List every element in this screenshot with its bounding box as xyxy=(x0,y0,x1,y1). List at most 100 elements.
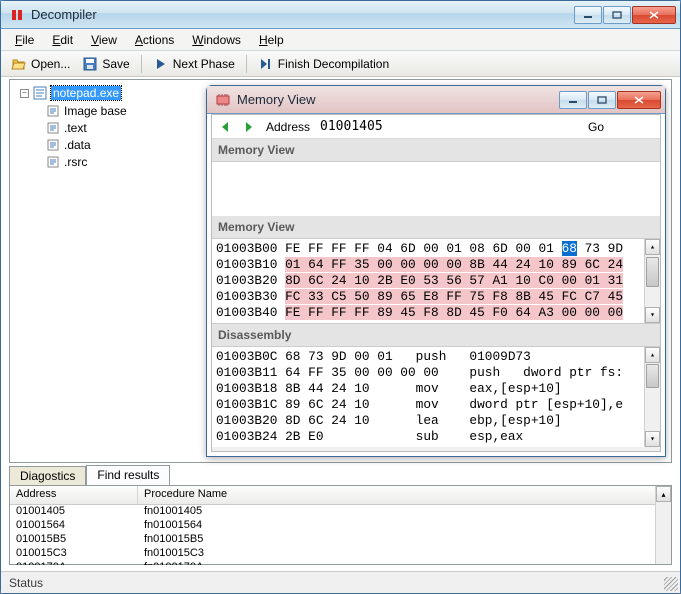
tab-strip: Diagostics Find results xyxy=(9,465,672,485)
menu-view[interactable]: View xyxy=(83,31,125,49)
minimize-button[interactable] xyxy=(574,6,602,24)
scroll-up-icon[interactable]: ▴ xyxy=(645,347,660,363)
menu-windows[interactable]: Windows xyxy=(184,31,249,49)
section-icon xyxy=(46,155,60,169)
scroll-down-icon[interactable]: ▾ xyxy=(645,307,660,323)
disassembly[interactable]: 01003B0C 68 73 9D 00 01 push 01009D73010… xyxy=(212,347,660,447)
save-button[interactable]: Save xyxy=(78,54,133,74)
finish-label: Finish Decompilation xyxy=(278,57,389,71)
tree-item[interactable]: .rsrc xyxy=(14,153,196,170)
skip-icon xyxy=(258,56,274,72)
mv-minimize-button[interactable] xyxy=(559,91,587,109)
hex-dump[interactable]: 01003B00 FE FF FF FF 04 6D 00 01 08 6D 0… xyxy=(212,239,660,324)
nav-back-button[interactable] xyxy=(218,119,232,135)
hex-row[interactable]: 01003B20 8D 6C 24 10 2B E0 53 56 57 A1 1… xyxy=(216,273,656,289)
menubar: File Edit View Actions Windows Help xyxy=(1,29,680,51)
col-procedure[interactable]: Procedure Name xyxy=(138,486,671,504)
disasm-row[interactable]: 01003B0C 68 73 9D 00 01 push 01009D73 xyxy=(216,349,656,365)
open-label: Open... xyxy=(31,57,70,71)
mv-empty-area xyxy=(212,162,660,216)
maximize-button[interactable] xyxy=(603,6,631,24)
tree-panel: − notepad.exe Image base .text .data .rsrc xyxy=(10,80,200,462)
mv-maximize-button[interactable] xyxy=(588,91,616,109)
mv-titlebar[interactable]: Memory View xyxy=(207,86,665,114)
mv-controls xyxy=(559,91,661,109)
save-icon xyxy=(82,56,98,72)
disasm-row[interactable]: 01003B24 2B E0 sub esp,eax xyxy=(216,429,656,445)
menu-actions[interactable]: Actions xyxy=(127,31,182,49)
toolbar-separator xyxy=(246,55,247,73)
mv-close-button[interactable] xyxy=(617,91,661,109)
window-title: Decompiler xyxy=(31,7,574,22)
resize-grip[interactable] xyxy=(664,577,678,591)
result-row[interactable]: 010015B5fn010015B5 xyxy=(10,533,671,547)
next-phase-label: Next Phase xyxy=(173,57,235,71)
cell-address: 01001564 xyxy=(10,519,138,533)
result-row[interactable]: 01001405fn01001405 xyxy=(10,505,671,519)
scroll-thumb[interactable] xyxy=(646,364,659,388)
hex-row[interactable]: 01003B00 FE FF FF FF 04 6D 00 01 08 6D 0… xyxy=(216,241,656,257)
cell-procedure: fn010015B5 xyxy=(138,533,671,547)
disasm-row[interactable]: 01003B18 8B 44 24 10 mov eax,[esp+10] xyxy=(216,381,656,397)
menu-edit[interactable]: Edit xyxy=(44,31,81,49)
play-icon xyxy=(153,56,169,72)
address-label: Address xyxy=(266,120,310,134)
result-row[interactable]: 0100170Afn0100170A xyxy=(10,561,671,565)
scroll-down-icon[interactable]: ▾ xyxy=(645,431,660,447)
memory-view-window: Memory View Address Go Memory View Memor… xyxy=(206,85,666,457)
status-text: Status xyxy=(9,576,43,590)
memory-icon xyxy=(215,92,231,108)
scroll-thumb[interactable] xyxy=(646,257,659,287)
hex-row[interactable]: 01003B30 FC 33 C5 50 89 65 E8 FF 75 F8 8… xyxy=(216,289,656,305)
tree-item[interactable]: Image base xyxy=(14,102,196,119)
disasm-row[interactable]: 01003B20 8D 6C 24 10 lea ebp,[esp+10] xyxy=(216,413,656,429)
hex-row[interactable]: 01003B40 FE FF FF FF 89 45 F8 8D 45 F0 6… xyxy=(216,305,656,321)
col-address[interactable]: Address xyxy=(10,486,138,504)
tree-item-label: .rsrc xyxy=(64,155,87,169)
go-button[interactable]: Go xyxy=(588,120,604,134)
tree-root-label: notepad.exe xyxy=(51,86,121,100)
save-label: Save xyxy=(102,57,129,71)
tree-item-label: .text xyxy=(64,121,87,135)
disasm-row[interactable]: 01003B1C 89 6C 24 10 mov dword ptr [esp+… xyxy=(216,397,656,413)
nav-forward-button[interactable] xyxy=(242,119,256,135)
toolbar-separator xyxy=(141,55,142,73)
disasm-scrollbar[interactable]: ▴ ▾ xyxy=(644,347,660,447)
tab-diagnostics[interactable]: Diagostics xyxy=(9,466,86,486)
cell-procedure: fn01001564 xyxy=(138,519,671,533)
results-header: Address Procedure Name xyxy=(10,486,671,505)
next-phase-button[interactable]: Next Phase xyxy=(149,54,239,74)
scroll-up-icon[interactable]: ▴ xyxy=(656,486,671,502)
hex-scrollbar[interactable]: ▴ ▾ xyxy=(644,239,660,323)
results-scrollbar[interactable]: ▴ xyxy=(655,486,671,564)
tree-item[interactable]: .data xyxy=(14,136,196,153)
disasm-row[interactable]: 01003B11 64 FF 35 00 00 00 00 push dword… xyxy=(216,365,656,381)
address-input[interactable] xyxy=(320,119,470,134)
finish-button[interactable]: Finish Decompilation xyxy=(254,54,393,74)
cell-address: 01001405 xyxy=(10,505,138,519)
menu-help[interactable]: Help xyxy=(251,31,292,49)
result-row[interactable]: 010015C3fn010015C3 xyxy=(10,547,671,561)
result-row[interactable]: 01001564fn01001564 xyxy=(10,519,671,533)
titlebar[interactable]: Decompiler xyxy=(1,1,680,29)
tree-item-label: .data xyxy=(64,138,91,152)
tab-find-results[interactable]: Find results xyxy=(86,465,170,485)
cell-procedure: fn01001405 xyxy=(138,505,671,519)
scroll-up-icon[interactable]: ▴ xyxy=(645,239,660,255)
open-button[interactable]: Open... xyxy=(7,54,74,74)
cell-address: 010015C3 xyxy=(10,547,138,561)
exe-icon xyxy=(32,85,48,101)
section-icon xyxy=(46,121,60,135)
window-controls xyxy=(574,6,676,24)
tree-item[interactable]: .text xyxy=(14,119,196,136)
menu-file[interactable]: File xyxy=(7,31,42,49)
mv-section1-title: Memory View xyxy=(212,139,660,162)
hex-row[interactable]: 01003B10 01 64 FF 35 00 00 00 00 8B 44 2… xyxy=(216,257,656,273)
bottom-panel: Diagostics Find results Address Procedur… xyxy=(9,465,672,565)
cell-procedure: fn0100170A xyxy=(138,561,671,565)
app-icon xyxy=(9,7,25,23)
section-icon xyxy=(46,138,60,152)
expander-icon[interactable]: − xyxy=(20,89,29,98)
tree-root[interactable]: − notepad.exe xyxy=(14,84,196,102)
close-button[interactable] xyxy=(632,6,676,24)
